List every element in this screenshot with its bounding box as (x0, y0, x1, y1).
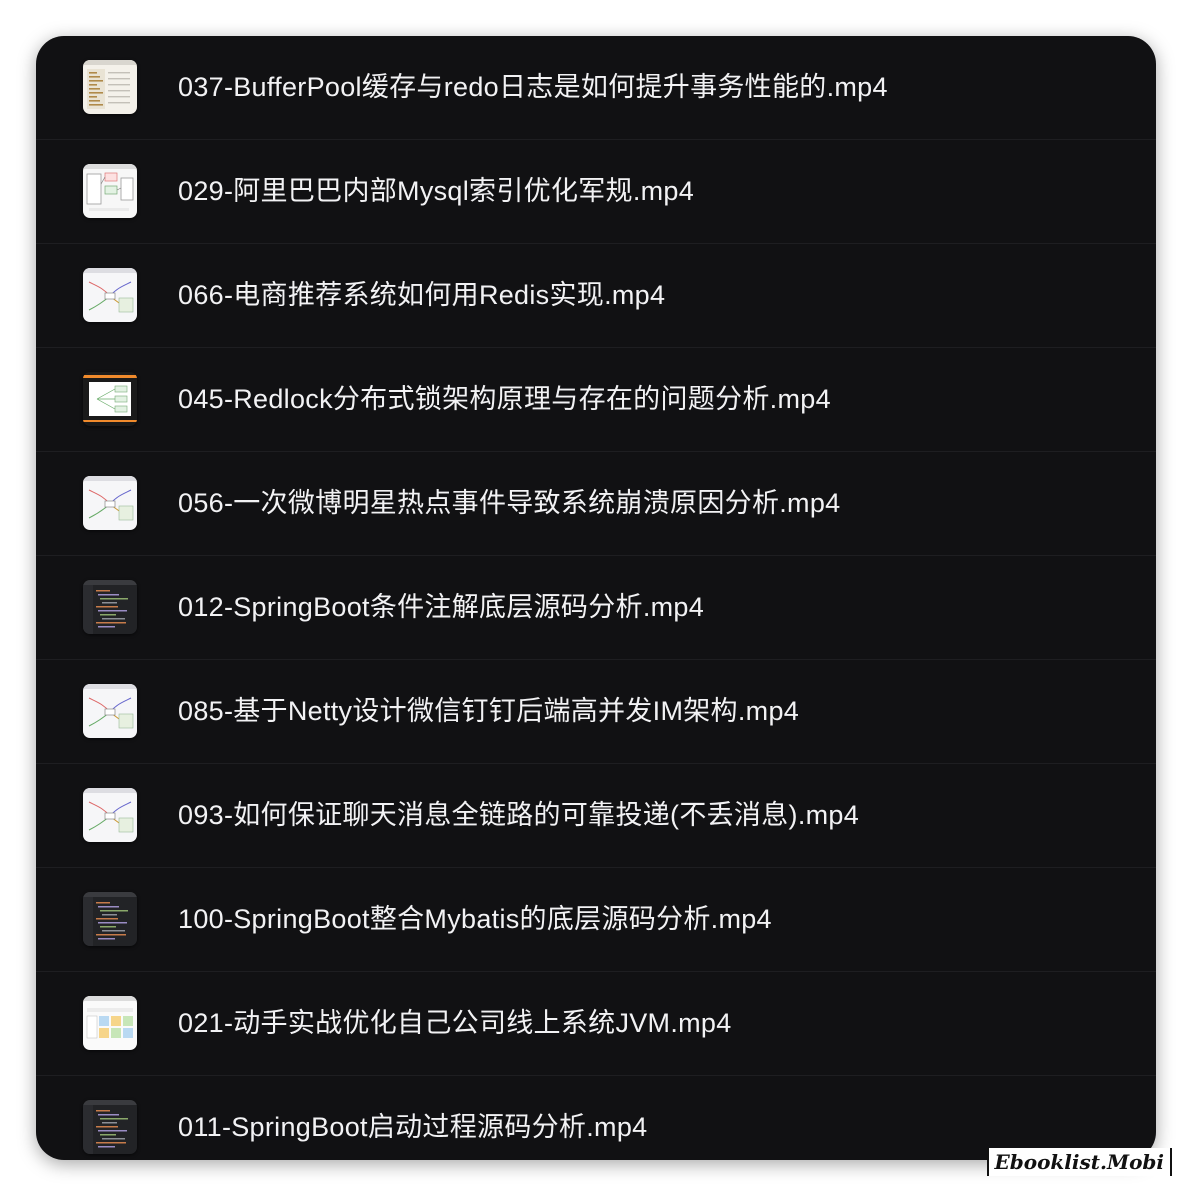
video-thumbnail (83, 684, 137, 738)
file-name: 029-阿里巴巴内部Mysql索引优化军规.mp4 (178, 176, 695, 206)
file-name: 093-如何保证聊天消息全链路的可靠投递(不丢消息).mp4 (178, 800, 860, 830)
video-thumbnail (83, 476, 137, 530)
file-row[interactable]: 021-动手实战优化自己公司线上系统JVM.mp4 (36, 972, 1156, 1076)
file-name: 085-基于Netty设计微信钉钉后端高并发IM架构.mp4 (178, 696, 800, 726)
file-row[interactable]: 056-一次微博明星热点事件导致系统崩溃原因分析.mp4 (36, 452, 1156, 556)
video-thumbnail (83, 164, 137, 218)
file-name: 066-电商推荐系统如何用Redis实现.mp4 (178, 280, 666, 310)
video-thumbnail (83, 996, 137, 1050)
video-thumbnail (83, 372, 137, 426)
video-thumbnail (83, 580, 137, 634)
video-thumbnail (83, 788, 137, 842)
file-name: 021-动手实战优化自己公司线上系统JVM.mp4 (178, 1008, 732, 1038)
file-name: 037-BufferPool缓存与redo日志是如何提升事务性能的.mp4 (178, 72, 888, 102)
watermark: Ebooklist.Mobi (986, 1148, 1172, 1176)
video-thumbnail (83, 60, 137, 114)
file-row[interactable]: 037-BufferPool缓存与redo日志是如何提升事务性能的.mp4 (36, 36, 1156, 140)
video-thumbnail (83, 268, 137, 322)
file-row[interactable]: 066-电商推荐系统如何用Redis实现.mp4 (36, 244, 1156, 348)
file-list-panel: 037-BufferPool缓存与redo日志是如何提升事务性能的.mp4 029… (36, 36, 1156, 1160)
file-row[interactable]: 100-SpringBoot整合Mybatis的底层源码分析.mp4 (36, 868, 1156, 972)
file-name: 011-SpringBoot启动过程源码分析.mp4 (178, 1112, 648, 1142)
file-name: 056-一次微博明星热点事件导致系统崩溃原因分析.mp4 (178, 488, 841, 518)
file-name: 100-SpringBoot整合Mybatis的底层源码分析.mp4 (178, 904, 772, 934)
file-row[interactable]: 085-基于Netty设计微信钉钉后端高并发IM架构.mp4 (36, 660, 1156, 764)
file-row[interactable]: 045-Redlock分布式锁架构原理与存在的问题分析.mp4 (36, 348, 1156, 452)
video-thumbnail (83, 1100, 137, 1154)
file-row[interactable]: 029-阿里巴巴内部Mysql索引优化军规.mp4 (36, 140, 1156, 244)
video-thumbnail (83, 892, 137, 946)
file-name: 045-Redlock分布式锁架构原理与存在的问题分析.mp4 (178, 384, 831, 414)
file-name: 012-SpringBoot条件注解底层源码分析.mp4 (178, 592, 705, 622)
file-list: 037-BufferPool缓存与redo日志是如何提升事务性能的.mp4 029… (36, 36, 1156, 1160)
file-row[interactable]: 012-SpringBoot条件注解底层源码分析.mp4 (36, 556, 1156, 660)
file-row[interactable]: 093-如何保证聊天消息全链路的可靠投递(不丢消息).mp4 (36, 764, 1156, 868)
